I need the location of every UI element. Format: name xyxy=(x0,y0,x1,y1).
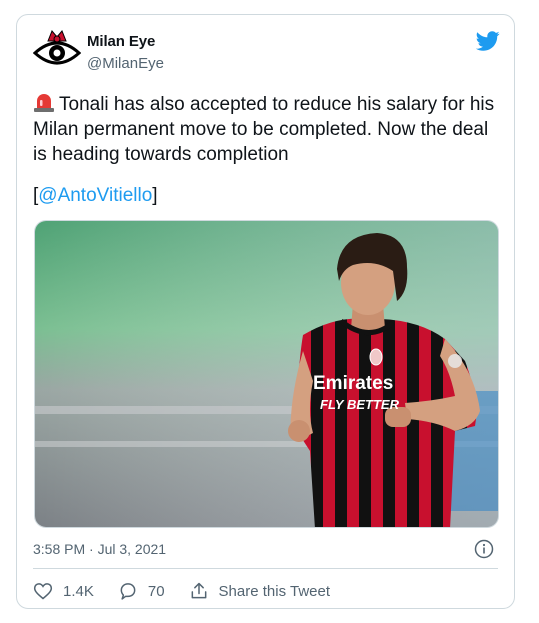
mention-link[interactable]: @AntoVitiello xyxy=(38,185,152,206)
tweet-photo[interactable]: Emirates FLY BETTER xyxy=(34,220,499,528)
jersey-sponsor: Emirates xyxy=(313,373,393,394)
player-photo: Emirates FLY BETTER xyxy=(35,221,498,527)
reply-count: 70 xyxy=(147,582,165,600)
author-name[interactable]: Milan Eye xyxy=(87,33,155,50)
tweet-text: Tonali has also accepted to reduce his s… xyxy=(33,91,503,167)
share-icon xyxy=(191,582,206,599)
like-count: 1.4K xyxy=(63,582,94,600)
tweet-card[interactable]: Milan Eye @MilanEye Tonali has also acce… xyxy=(16,14,515,609)
tweet-body: Tonali has also accepted to reduce his s… xyxy=(33,94,495,165)
tweet-actions: 1.4K 70 Share this Tweet xyxy=(33,578,354,604)
tweet-timestamp[interactable]: 3:58 PM · Jul 3, 2021 xyxy=(33,541,166,557)
info-icon[interactable] xyxy=(474,539,494,559)
share-button[interactable]: Share this Tweet xyxy=(189,581,330,601)
author-handle[interactable]: @MilanEye xyxy=(87,55,164,72)
twitter-bird-icon[interactable] xyxy=(476,29,500,53)
jersey-tagline: FLY BETTER xyxy=(320,397,400,412)
reply-bubble-icon xyxy=(120,583,136,600)
share-label: Share this Tweet xyxy=(218,582,330,600)
like-button[interactable]: 1.4K xyxy=(33,581,94,601)
mention-line: [@AntoVitiello] xyxy=(33,185,158,206)
divider xyxy=(33,568,498,569)
heart-icon xyxy=(33,583,53,600)
reply-button[interactable]: 70 xyxy=(118,581,165,601)
siren-emoji-icon xyxy=(34,94,54,112)
avatar[interactable] xyxy=(33,27,81,75)
